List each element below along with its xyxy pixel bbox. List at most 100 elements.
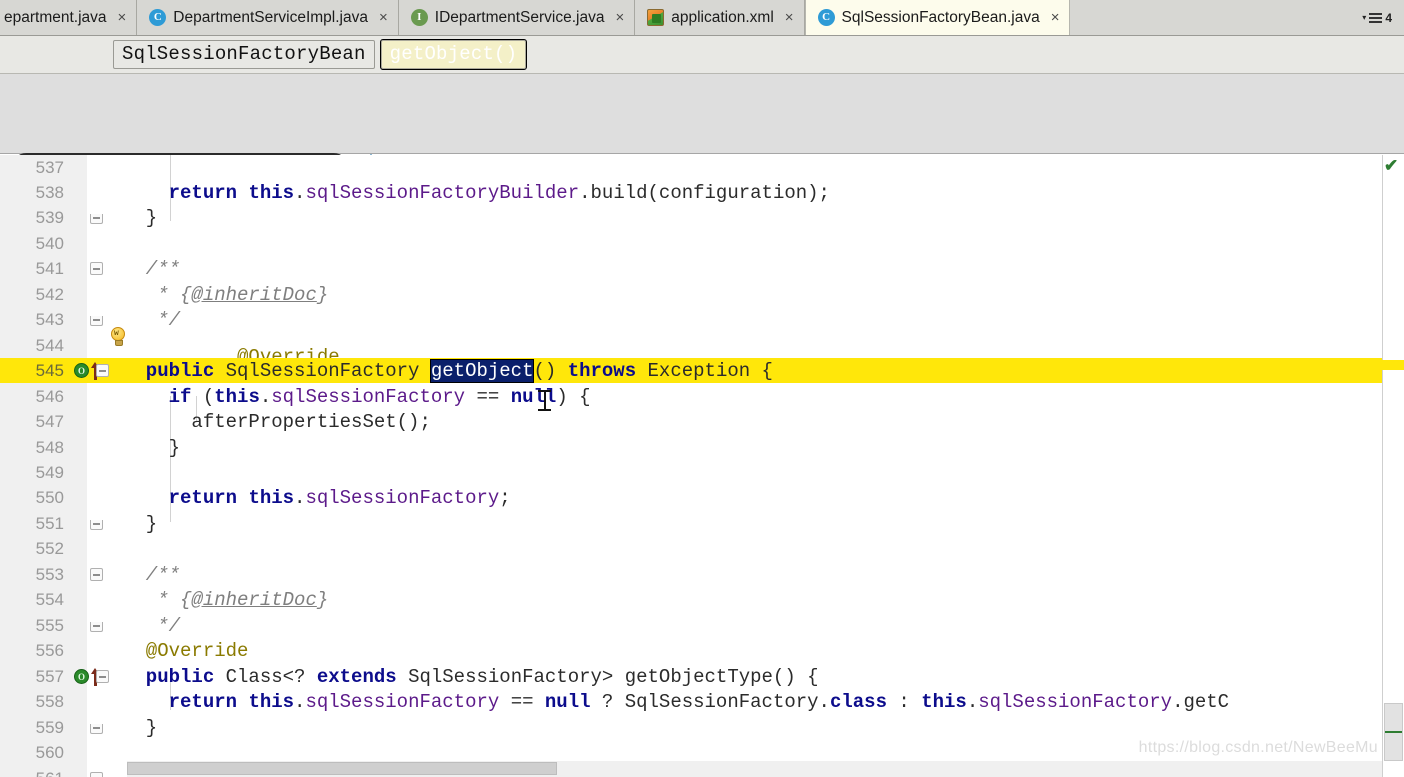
code-line-555[interactable]: 555 */ [0, 613, 1404, 638]
tab-sqlsessionfactorybean-java[interactable]: C SqlSessionFactoryBean.java × [804, 0, 1071, 35]
fold-collapse-icon[interactable] [90, 262, 103, 276]
gutter-markers [70, 511, 115, 536]
tab-label: DepartmentServiceImpl.java [173, 8, 368, 26]
gutter-markers [70, 689, 115, 714]
tab-department-java[interactable]: epartment.java × [0, 0, 138, 35]
fold-end-icon[interactable] [90, 520, 103, 531]
horizontal-scrollbar[interactable] [127, 761, 1383, 777]
breadcrumb-class[interactable]: SqlSessionFactoryBean [113, 40, 375, 69]
code-line-537[interactable]: 537 [0, 155, 1404, 180]
gutter-markers [70, 562, 115, 587]
code-line-549[interactable]: 549 [0, 460, 1404, 485]
fold-end-icon[interactable] [90, 316, 103, 327]
code-line-554[interactable]: 554 * {@inheritDoc} [0, 587, 1404, 612]
tab-close-icon[interactable]: × [785, 10, 794, 25]
fold-collapse-icon[interactable] [96, 670, 109, 684]
gutter-markers [70, 333, 115, 358]
code-line-547[interactable]: 547 afterPropertiesSet(); [0, 409, 1404, 434]
code-line-552[interactable]: 552 [0, 536, 1404, 561]
tab-close-icon[interactable]: × [1051, 10, 1060, 25]
line-number: 543 [35, 309, 64, 329]
tab-close-icon[interactable]: × [379, 10, 388, 25]
code-line-539[interactable]: 539 } [0, 205, 1404, 230]
code-line-553[interactable]: 553 /** [0, 562, 1404, 587]
vcs-change-marker [1385, 731, 1402, 733]
find-replace-panel: ▾ ↵ × ▾ All ▾ Replace Re [0, 74, 1404, 220]
code-text: public Class<? extends SqlSessionFactory… [123, 665, 819, 688]
line-number: 558 [35, 691, 64, 711]
code-text: public SqlSessionFactory getObject() thr… [123, 358, 773, 383]
code-text: */ [123, 614, 181, 637]
tab-close-icon[interactable]: × [118, 10, 127, 25]
line-number: 541 [35, 258, 64, 278]
line-number: 551 [35, 513, 64, 533]
tab-label: SqlSessionFactoryBean.java [841, 8, 1040, 26]
tab-list-button[interactable]: ▾ 4 [1358, 9, 1396, 27]
code-line-540[interactable]: 540 [0, 231, 1404, 256]
inspection-match-stripe[interactable] [1382, 360, 1404, 370]
inspection-status-icon[interactable]: ✔ [1384, 157, 1400, 174]
breadcrumb-method[interactable]: getObject() [379, 39, 528, 70]
fold-end-icon[interactable] [90, 214, 103, 225]
line-number: 538 [35, 182, 64, 202]
breadcrumb: SqlSessionFactoryBean getObject() [0, 36, 1404, 74]
code-line-546[interactable]: 546 if (this.sqlSessionFactory == null) … [0, 384, 1404, 409]
gutter-markers [70, 587, 115, 612]
gutter-markers [70, 231, 115, 256]
line-number: 540 [35, 233, 64, 253]
line-number: 550 [35, 487, 64, 507]
tab-close-icon[interactable]: × [615, 10, 624, 25]
code-text: * {@inheritDoc} [123, 588, 329, 611]
line-number: 561 [0, 769, 70, 777]
fold-collapse-icon[interactable] [90, 772, 103, 777]
fold-end-icon[interactable] [90, 622, 103, 633]
code-editor[interactable]: 537 538 return this.sqlSessionFactoryBui… [0, 155, 1404, 777]
gutter-markers: O [70, 358, 115, 383]
code-text: * {@inheritDoc} [123, 283, 329, 306]
inspection-gutter[interactable]: ✔ [1382, 155, 1404, 777]
code-line-559[interactable]: 559 } [0, 715, 1404, 740]
line-number: 557 [35, 666, 64, 686]
code-line-556[interactable]: 556 @Override [0, 638, 1404, 663]
fold-end-icon[interactable] [90, 724, 103, 735]
code-line-541[interactable]: 541 /** [0, 256, 1404, 281]
gutter-markers [70, 435, 115, 460]
code-line-545[interactable]: 545 O public SqlSessionFactory getObject… [0, 358, 1404, 384]
java-class-icon: C [149, 9, 167, 26]
gutter-markers [70, 766, 115, 777]
xml-file-icon [647, 9, 665, 26]
line-number: 556 [35, 640, 64, 660]
tab-idepartmentservice-java[interactable]: I IDepartmentService.java × [398, 0, 636, 35]
code-text: return this.sqlSessionFactory == null ? … [123, 690, 1230, 713]
tab-application-xml[interactable]: application.xml × [635, 0, 805, 35]
line-number: 545 [35, 360, 64, 380]
mouse-text-cursor [538, 390, 551, 411]
code-text: return this.sqlSessionFactory; [123, 486, 511, 509]
line-number: 544 [35, 335, 64, 355]
gutter-markers [70, 155, 115, 180]
code-text: /** [123, 257, 181, 280]
gutter-markers [70, 460, 115, 485]
gutter-markers [70, 180, 115, 205]
tab-label: application.xml [671, 8, 774, 26]
code-line-558[interactable]: 558 return this.sqlSessionFactory == nul… [0, 689, 1404, 714]
code-line-550[interactable]: 550 return this.sqlSessionFactory; [0, 485, 1404, 510]
search-match-selection: getObject [429, 358, 535, 383]
code-line-544[interactable]: 544 w @Override [0, 326, 1404, 368]
code-text: if (this.sqlSessionFactory == null) { [123, 385, 591, 408]
code-line-542[interactable]: 542 * {@inheritDoc} [0, 282, 1404, 307]
fold-collapse-icon[interactable] [90, 568, 103, 582]
intention-bulb-icon[interactable]: w [110, 326, 127, 346]
gutter-markers [70, 307, 115, 332]
fold-collapse-icon[interactable] [96, 364, 109, 378]
code-line-548[interactable]: 548 } [0, 435, 1404, 460]
gutter-markers [70, 613, 115, 638]
horizontal-scrollbar-thumb[interactable] [127, 762, 557, 775]
code-line-538[interactable]: 538 return this.sqlSessionFactoryBuilder… [0, 180, 1404, 205]
code-text: } [123, 206, 158, 229]
line-number: 555 [35, 615, 64, 635]
tab-departmentserviceimpl-java[interactable]: C DepartmentServiceImpl.java × [137, 0, 399, 35]
code-line-551[interactable]: 551 } [0, 511, 1404, 536]
line-number: 547 [35, 411, 64, 431]
code-line-557[interactable]: 557 O public Class<? extends SqlSessionF… [0, 664, 1404, 689]
